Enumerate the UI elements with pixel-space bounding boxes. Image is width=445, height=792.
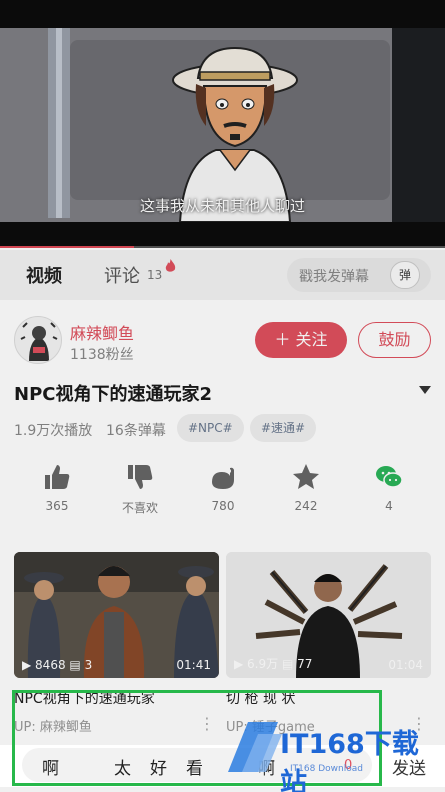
thumbs-up-icon — [45, 465, 70, 489]
thumbs-down-icon — [128, 465, 153, 489]
video-progress-bar[interactable] — [0, 246, 445, 248]
related-duration: 01:04 — [388, 658, 423, 672]
avatar-illustration — [20, 322, 58, 361]
uploader-fans: 1138粉丝 — [70, 347, 134, 363]
video-progress-fill — [0, 246, 134, 248]
video-player[interactable]: 这事我从未和其他人聊过 — [0, 0, 445, 248]
follow-button[interactable]: ＋ 关注 — [255, 322, 347, 358]
related-video-card[interactable]: ▶ 6.9万 ▤ 77 01:04 切 枪 现 状 UP: 锤子game ⋮ — [226, 552, 431, 735]
comment-count: 13 — [147, 268, 163, 282]
comment-icon: ▤ — [281, 657, 298, 671]
like-action[interactable]: 365 — [27, 462, 87, 513]
video-subtitle: 这事我从未和其他人聊过 — [139, 197, 305, 215]
related-plays: 8468 — [35, 658, 66, 672]
like-count: 365 — [45, 499, 69, 513]
coin-count: 780 — [211, 499, 235, 513]
tab-comments[interactable]: 评论 — [104, 262, 140, 288]
uploader-name[interactable]: 麻辣鲫鱼 — [70, 320, 134, 344]
uploader-avatar[interactable] — [14, 316, 62, 364]
follow-label: 关注 — [295, 330, 328, 349]
related-duration: 01:41 — [176, 658, 211, 672]
tab-video[interactable]: 视频 — [26, 262, 62, 290]
related-video-card[interactable]: ▶ 8468 ▤ 3 01:41 NPC视角下的速通玩家 UP: 麻辣鲫鱼 ⋮ — [14, 552, 219, 735]
coin-icon — [212, 467, 234, 489]
related-plays: 6.9万 — [247, 657, 279, 671]
watermark-logo: IT168下载站 — [280, 729, 419, 792]
dislike-action[interactable]: 不喜欢 — [110, 462, 170, 516]
dislike-label: 不喜欢 — [121, 501, 158, 515]
watermark: IT168下载站 IT168 Download — [218, 712, 432, 792]
tag-speedrun[interactable]: #速通# — [250, 414, 317, 442]
danmu-placeholder: 戳我发弹幕 — [299, 269, 369, 285]
video-pillar — [48, 28, 70, 218]
related-thumbnail: ▶ 6.9万 ▤ 77 01:04 — [226, 552, 431, 678]
video-title: NPC视角下的速通玩家2 — [14, 384, 212, 405]
watermark-logo-icon — [228, 722, 282, 772]
comment-icon: ▤ — [69, 658, 85, 672]
play-icon: ▶ — [234, 657, 248, 671]
expand-caret-icon[interactable] — [419, 386, 431, 396]
related-stats: ▶ 6.9万 ▤ 77 — [234, 655, 312, 672]
related-stats: ▶ 8468 ▤ 3 — [22, 658, 92, 672]
star-icon — [293, 464, 319, 489]
video-dark-edge — [392, 28, 445, 222]
related-thumbnail: ▶ 8468 ▤ 3 01:41 — [14, 552, 219, 678]
favorite-count: 242 — [294, 499, 318, 513]
favorite-action[interactable]: 242 — [276, 462, 336, 513]
tag-npc[interactable]: #NPC# — [177, 414, 244, 442]
plus-icon: ＋ — [274, 330, 296, 349]
share-count: 4 — [385, 499, 393, 513]
related-comments: 3 — [84, 658, 93, 672]
coin-action[interactable]: 780 — [193, 462, 253, 513]
danmu-toggle-button[interactable]: 弹 — [390, 261, 420, 289]
watermark-sub: IT168 Download — [290, 764, 363, 774]
play-count: 1.9万次播放 — [14, 423, 93, 439]
danmu-count: 16条弹幕 — [106, 423, 166, 439]
charge-button[interactable]: 鼓励 — [358, 322, 431, 358]
share-action[interactable]: 4 — [359, 462, 419, 513]
related-comments: 77 — [297, 657, 313, 671]
wechat-icon — [376, 466, 403, 488]
play-icon: ▶ — [22, 658, 36, 672]
flame-icon — [165, 259, 176, 272]
